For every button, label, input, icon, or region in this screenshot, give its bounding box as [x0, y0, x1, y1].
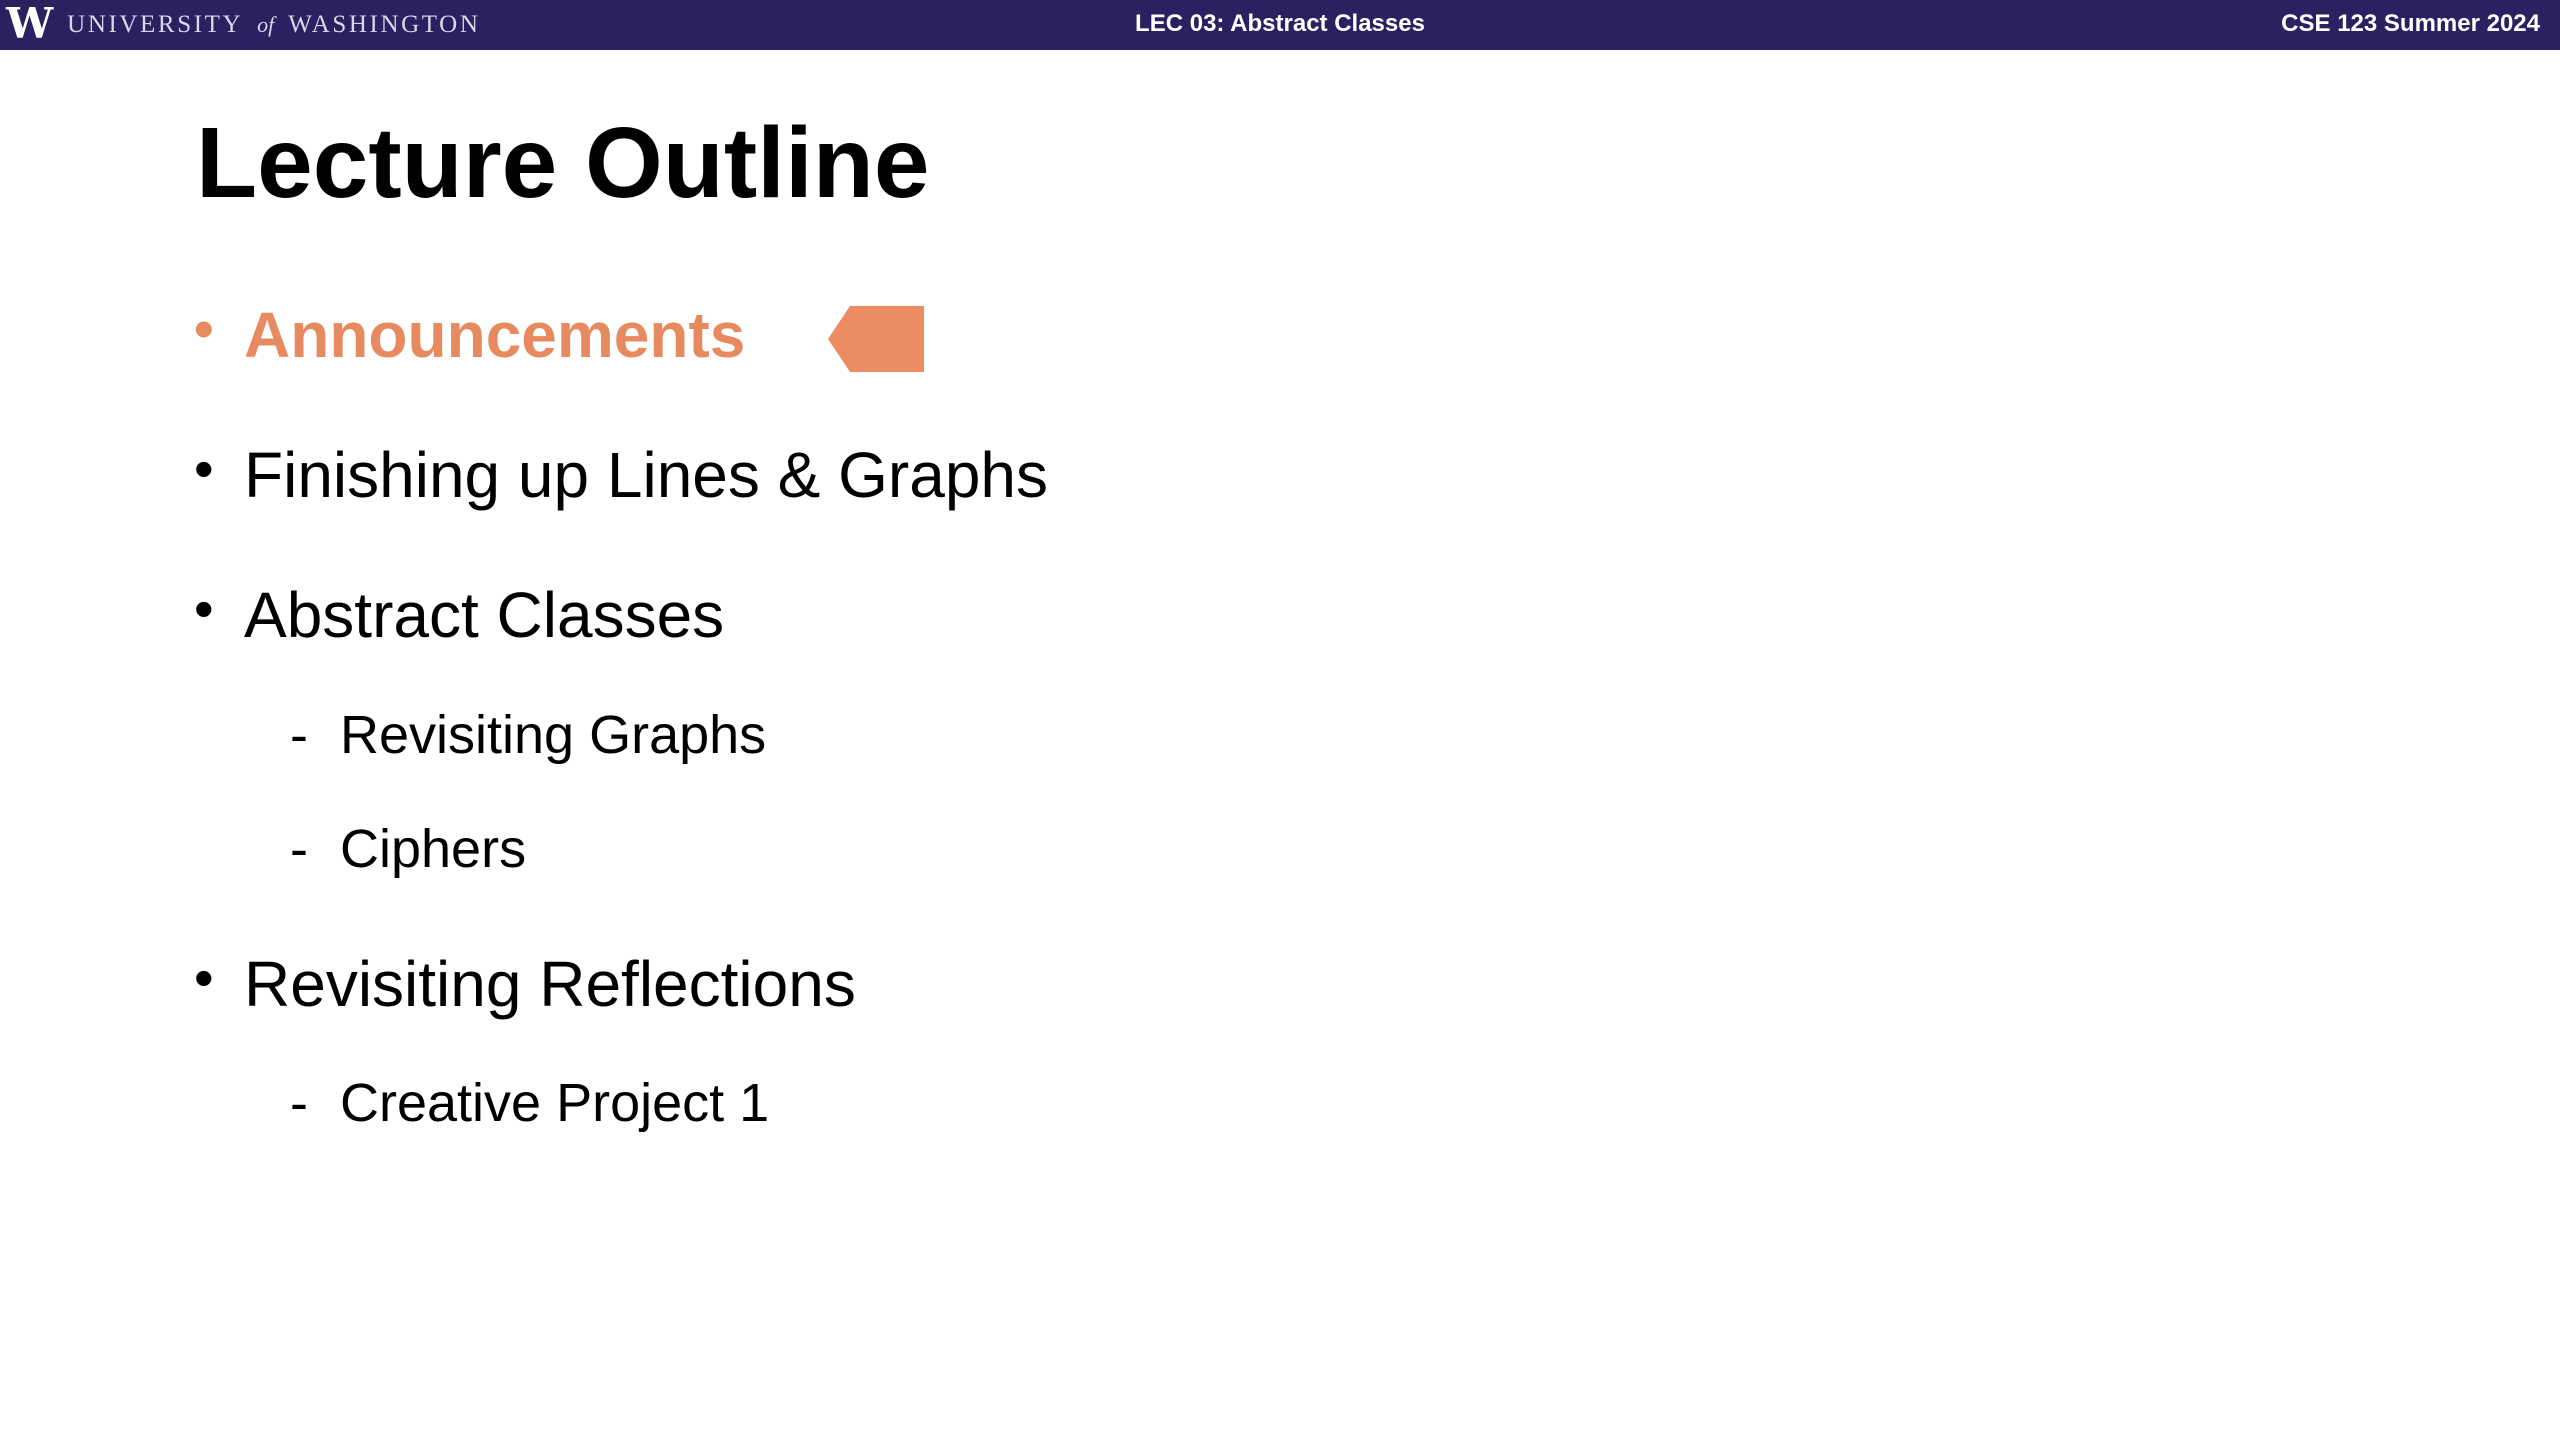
outline-item-label: Ciphers — [340, 819, 527, 879]
outline-item-abstract-classes: • Abstract Classes — [194, 581, 724, 648]
outline-item-label: Revisiting Reflections — [244, 948, 856, 1020]
outline-item-label: Announcements — [244, 299, 746, 371]
outline-subitem-revisiting-graphs: - Revisiting Graphs — [290, 705, 767, 765]
outline-item-label: Abstract Classes — [244, 579, 725, 651]
bullet-icon: • — [194, 946, 214, 1009]
bullet-icon: • — [194, 577, 214, 640]
outline-list: • Announcements • Finishing up Lines & G… — [0, 0, 2560, 1440]
outline-item-label: Revisiting Graphs — [340, 705, 767, 765]
pentagon-arrow-left-icon — [828, 306, 924, 372]
outline-item-label: Finishing up Lines & Graphs — [244, 439, 1048, 511]
bullet-icon: • — [194, 437, 214, 500]
dash-bullet-icon: - — [290, 1073, 308, 1133]
outline-item-revisiting-reflections: • Revisiting Reflections — [194, 950, 856, 1017]
bullet-icon: • — [194, 297, 214, 360]
outline-item-lines-graphs: • Finishing up Lines & Graphs — [194, 441, 1048, 508]
outline-item-label: Creative Project 1 — [340, 1073, 770, 1133]
dash-bullet-icon: - — [290, 819, 308, 879]
outline-item-announcements: • Announcements — [194, 301, 745, 368]
outline-subitem-creative-project: - Creative Project 1 — [290, 1073, 770, 1133]
outline-subitem-ciphers: - Ciphers — [290, 819, 527, 879]
dash-bullet-icon: - — [290, 705, 308, 765]
